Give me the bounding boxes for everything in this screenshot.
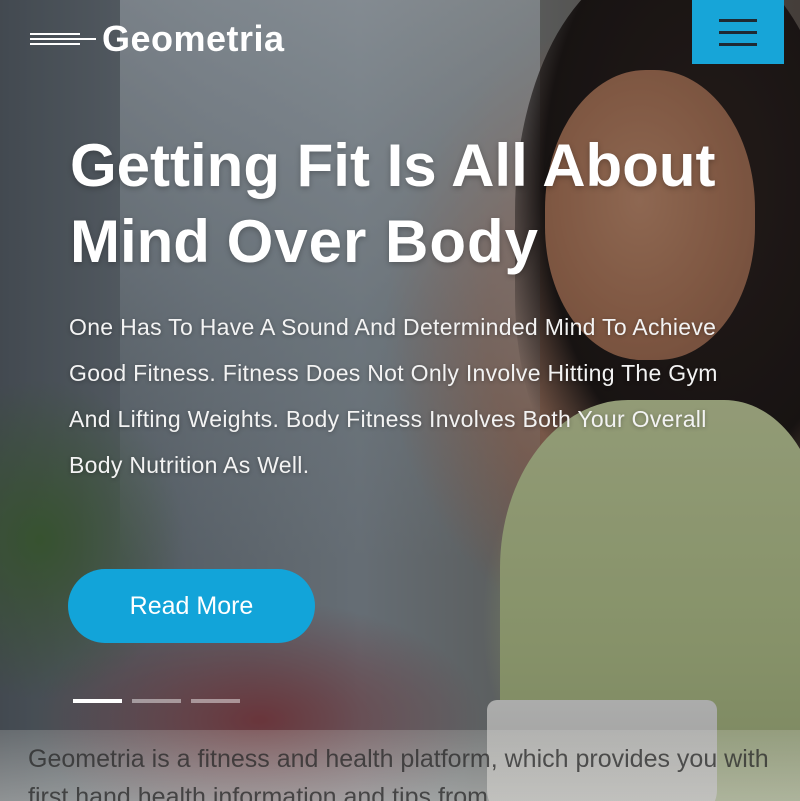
slider-indicators bbox=[73, 699, 240, 703]
slide-indicator-3[interactable] bbox=[191, 699, 240, 703]
menu-button[interactable] bbox=[692, 0, 784, 64]
hamburger-menu-icon bbox=[719, 18, 757, 22]
slide-indicator-2[interactable] bbox=[132, 699, 181, 703]
brand-logo[interactable]: Geometria bbox=[30, 18, 285, 60]
intro-text: Geometria is a fitness and health platfo… bbox=[28, 745, 769, 801]
hero-description: One Has To Have A Sound And Determinded … bbox=[69, 314, 718, 478]
headline-line-1: Getting Fit Is All About bbox=[70, 132, 716, 199]
hamburger-menu-icon bbox=[719, 42, 757, 46]
headline-line-2: Mind bbox=[70, 208, 210, 275]
slide-indicator-1[interactable] bbox=[73, 699, 122, 703]
logo-lines-icon bbox=[30, 27, 96, 51]
brand-name: Geometria bbox=[102, 18, 285, 59]
headline-emphasis: Over Body bbox=[226, 208, 540, 275]
hero-headline: Getting Fit Is All About Mind Over Body bbox=[70, 128, 770, 280]
read-more-button[interactable]: Read More bbox=[68, 569, 315, 643]
hamburger-menu-icon bbox=[719, 30, 757, 34]
